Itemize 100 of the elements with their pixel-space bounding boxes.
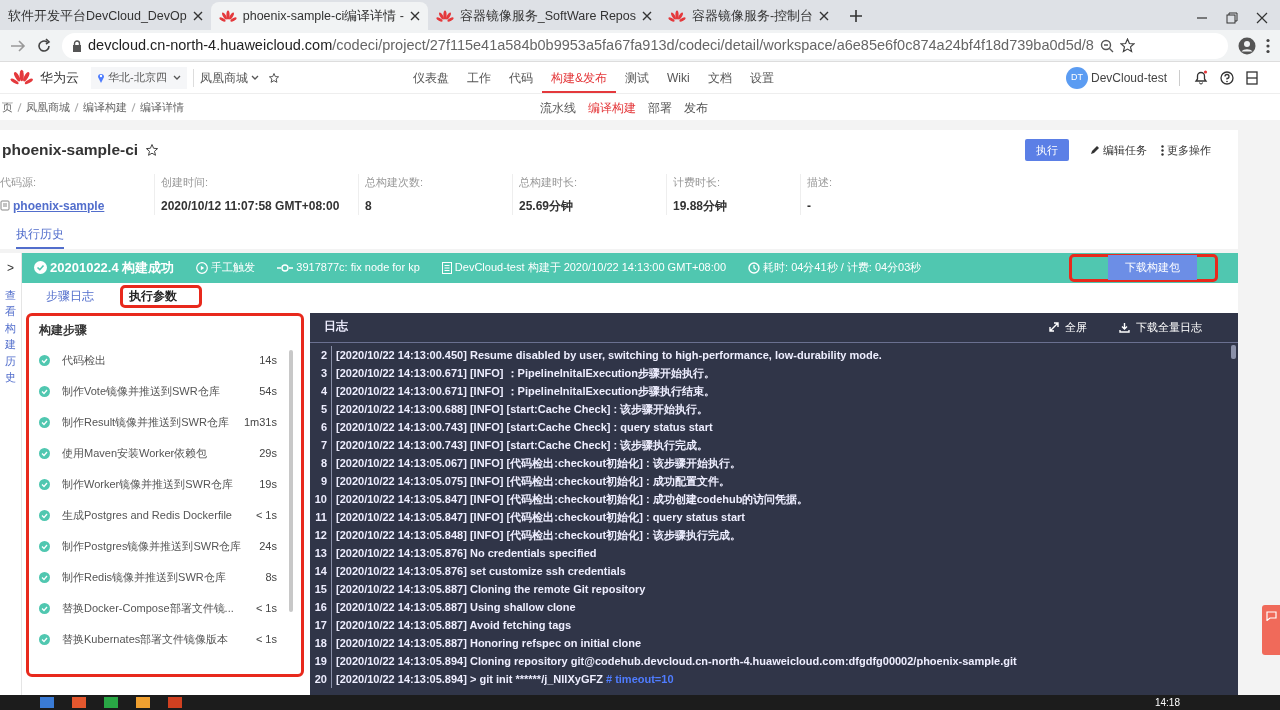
bell-icon[interactable]	[1194, 70, 1208, 85]
breadcrumb-link[interactable]: 页	[2, 98, 13, 116]
download-log-button[interactable]: 下载全量日志	[1113, 315, 1208, 339]
repository-link[interactable]: phoenix-sample	[13, 196, 105, 215]
commit-icon	[277, 263, 294, 272]
log-line: [2020/10/22 14:13:00.688] [INFO] [start:Cache Check] : 该步骤开始执行。	[336, 401, 709, 417]
nav-link[interactable]: 构建&发布	[542, 68, 616, 93]
reload-icon[interactable]	[36, 37, 52, 54]
log-line: [2020/10/22 14:13:00.743] [INFO] [start:Cache Check] : 该步骤执行完成。	[336, 437, 709, 453]
step-duration: < 1s	[255, 601, 277, 616]
line-number: 6	[310, 417, 332, 436]
field-value: 8	[365, 197, 373, 215]
log-line: [2020/10/22 14:13:05.894] Cloning repository git@codehub.devcloud.cn-north-4.huaweicloud.com:dfgdfg00002/phoenix-sample.git	[336, 653, 1017, 669]
field-value: 19.88分钟	[673, 197, 729, 215]
repository-icon	[0, 200, 10, 211]
sub-tab[interactable]: 执行参数	[120, 284, 202, 309]
star-icon[interactable]	[269, 72, 279, 83]
huawei-logo-icon	[435, 9, 454, 23]
browser-tab[interactable]: 容器镜像服务-控制台	[660, 2, 838, 30]
step-name[interactable]: 制作Result镜像并推送到SWR仓库	[62, 414, 244, 431]
nav-link[interactable]: 代码	[500, 68, 542, 87]
address-bar[interactable]: devcloud.cn-north-4.huaweicloud.com/codeci/project/27f115e41a584b0b9953a5fa67fa913d/codeci/detail/workspace/a6e85e6f0c874a24bf4f18d739ba0d5d/8	[62, 32, 1228, 59]
step-name[interactable]: 替换Docker-Compose部署文件镜...	[62, 600, 256, 617]
browser-tab[interactable]: phoenix-sample-ci编译详情 -	[210, 2, 428, 30]
step-name[interactable]: 制作Redis镜像并推送到SWR仓库	[62, 569, 266, 586]
chat-icon	[1265, 611, 1277, 621]
step-name[interactable]: 制作Postgres镜像并推送到SWR仓库	[62, 538, 260, 555]
project-selector[interactable]: 凤凰商城	[200, 68, 259, 87]
line-number: 5	[310, 399, 332, 418]
step-name[interactable]: 代码检出	[62, 352, 260, 369]
step-duration: 29s	[259, 446, 277, 461]
panel-icon[interactable]	[1246, 70, 1258, 85]
lock-icon	[72, 39, 82, 52]
breadcrumb-link[interactable]: 编译详情	[140, 98, 184, 116]
sub-tab[interactable]: 步骤日志	[38, 286, 102, 307]
browser-tab[interactable]: 容器镜像服务_SoftWare Repos	[427, 2, 661, 30]
subnav-link[interactable]: 编译构建	[582, 100, 642, 118]
fullscreen-button[interactable]: 全屏	[1043, 315, 1093, 339]
history-tab[interactable]: 执行历史	[16, 220, 64, 249]
url-text: devcloud.cn-north-4.huaweicloud.com/codeci/project/27f115e41a584b0b9953a5fa67fa913d/codeci/detail/workspace/a6e85e6f0c874a24bf4f18d739ba0d5d/8	[88, 35, 1094, 55]
line-number: 18	[310, 633, 332, 652]
user-name[interactable]: DevCloud-test	[1090, 68, 1167, 87]
step-name[interactable]: 生成Postgres and Redis Dockerfile	[62, 507, 256, 524]
log-line: [2020/10/22 14:13:05.876] set customize ssh credentials	[336, 563, 626, 579]
field-value: 25.69分钟	[519, 197, 575, 215]
subnav-link[interactable]: 流水线	[534, 100, 582, 118]
step-duration: 19s	[259, 477, 277, 492]
new-tab-icon[interactable]	[849, 9, 864, 23]
close-icon[interactable]	[642, 11, 653, 21]
subnav-link[interactable]: 发布	[678, 100, 714, 118]
clock-text: 14:18	[1154, 696, 1180, 710]
history-side-tab[interactable]: 查看构建历史	[5, 286, 16, 386]
forward-icon[interactable]	[10, 38, 26, 53]
restore-icon[interactable]	[1226, 12, 1238, 24]
zoom-icon[interactable]	[1099, 38, 1114, 53]
line-number: 4	[310, 381, 332, 400]
star-icon[interactable]	[146, 144, 159, 156]
subnav-link[interactable]: 部署	[642, 100, 678, 118]
close-icon[interactable]	[1256, 12, 1268, 24]
commit-text: 3917877c: fix node for kp	[296, 260, 420, 276]
nav-link[interactable]: 文档	[698, 68, 741, 87]
bookmark-star-icon[interactable]	[1119, 38, 1135, 53]
nav-link[interactable]: 设置	[740, 68, 783, 87]
step-name[interactable]: 制作Worker镜像并推送到SWR仓库	[62, 476, 260, 493]
step-name[interactable]: 制作Vote镜像并推送到SWR仓库	[62, 383, 260, 400]
more-icon[interactable]	[1266, 37, 1270, 54]
step-duration: 54s	[259, 384, 277, 399]
line-number: 16	[310, 597, 332, 616]
line-number: 17	[310, 615, 332, 634]
profile-icon[interactable]	[1238, 36, 1256, 55]
browser-tab[interactable]: 软件开发平台DevCloud_DevOp	[0, 2, 211, 30]
log-line: [2020/10/22 14:13:05.876] No credentials specified	[336, 545, 597, 561]
nav-link[interactable]: 测试	[616, 68, 658, 87]
nav-link[interactable]: Wiki	[658, 68, 699, 87]
close-icon[interactable]	[819, 11, 830, 21]
log-line: [2020/10/22 14:13:00.671] [INFO] ：PipelineInitalExecution步骤开始执行。	[336, 365, 715, 381]
edit-task-button[interactable]: 编辑任务	[1083, 138, 1154, 162]
panel-title: 日志	[324, 318, 349, 335]
breadcrumb-link[interactable]: 编译构建	[83, 98, 127, 116]
line-number: 11	[310, 507, 332, 526]
line-number: 2	[310, 345, 332, 364]
breadcrumb-link[interactable]: 凤凰商城	[26, 98, 70, 116]
huawei-logo-icon	[218, 9, 237, 23]
log-line: [2020/10/22 14:13:05.067] [INFO] [代码检出:checkout初始化] : 该步骤开始执行。	[336, 455, 741, 471]
scrollbar[interactable]	[1231, 344, 1236, 359]
run-button[interactable]: 执行	[1025, 138, 1069, 162]
close-icon[interactable]	[192, 11, 203, 21]
nav-link[interactable]: 工作	[458, 68, 500, 87]
log-line: [2020/10/22 14:13:05.887] Avoid fetching tags	[336, 617, 572, 633]
step-name[interactable]: 替换Kubernates部署文件镜像版本	[62, 631, 256, 648]
help-icon[interactable]	[1220, 70, 1234, 85]
step-name[interactable]: 使用Maven安装Worker依赖包	[62, 445, 260, 462]
collapse-toggle[interactable]: >	[7, 252, 14, 283]
field-label: 总构建时长:	[519, 175, 579, 190]
nav-link[interactable]: 仪表盘	[404, 68, 458, 87]
region-selector[interactable]: 华北-北京四	[91, 66, 187, 89]
scrollbar[interactable]	[289, 349, 293, 612]
close-icon[interactable]	[409, 11, 420, 21]
more-actions-button[interactable]: 更多操作	[1154, 138, 1218, 162]
document-icon	[441, 261, 452, 274]
